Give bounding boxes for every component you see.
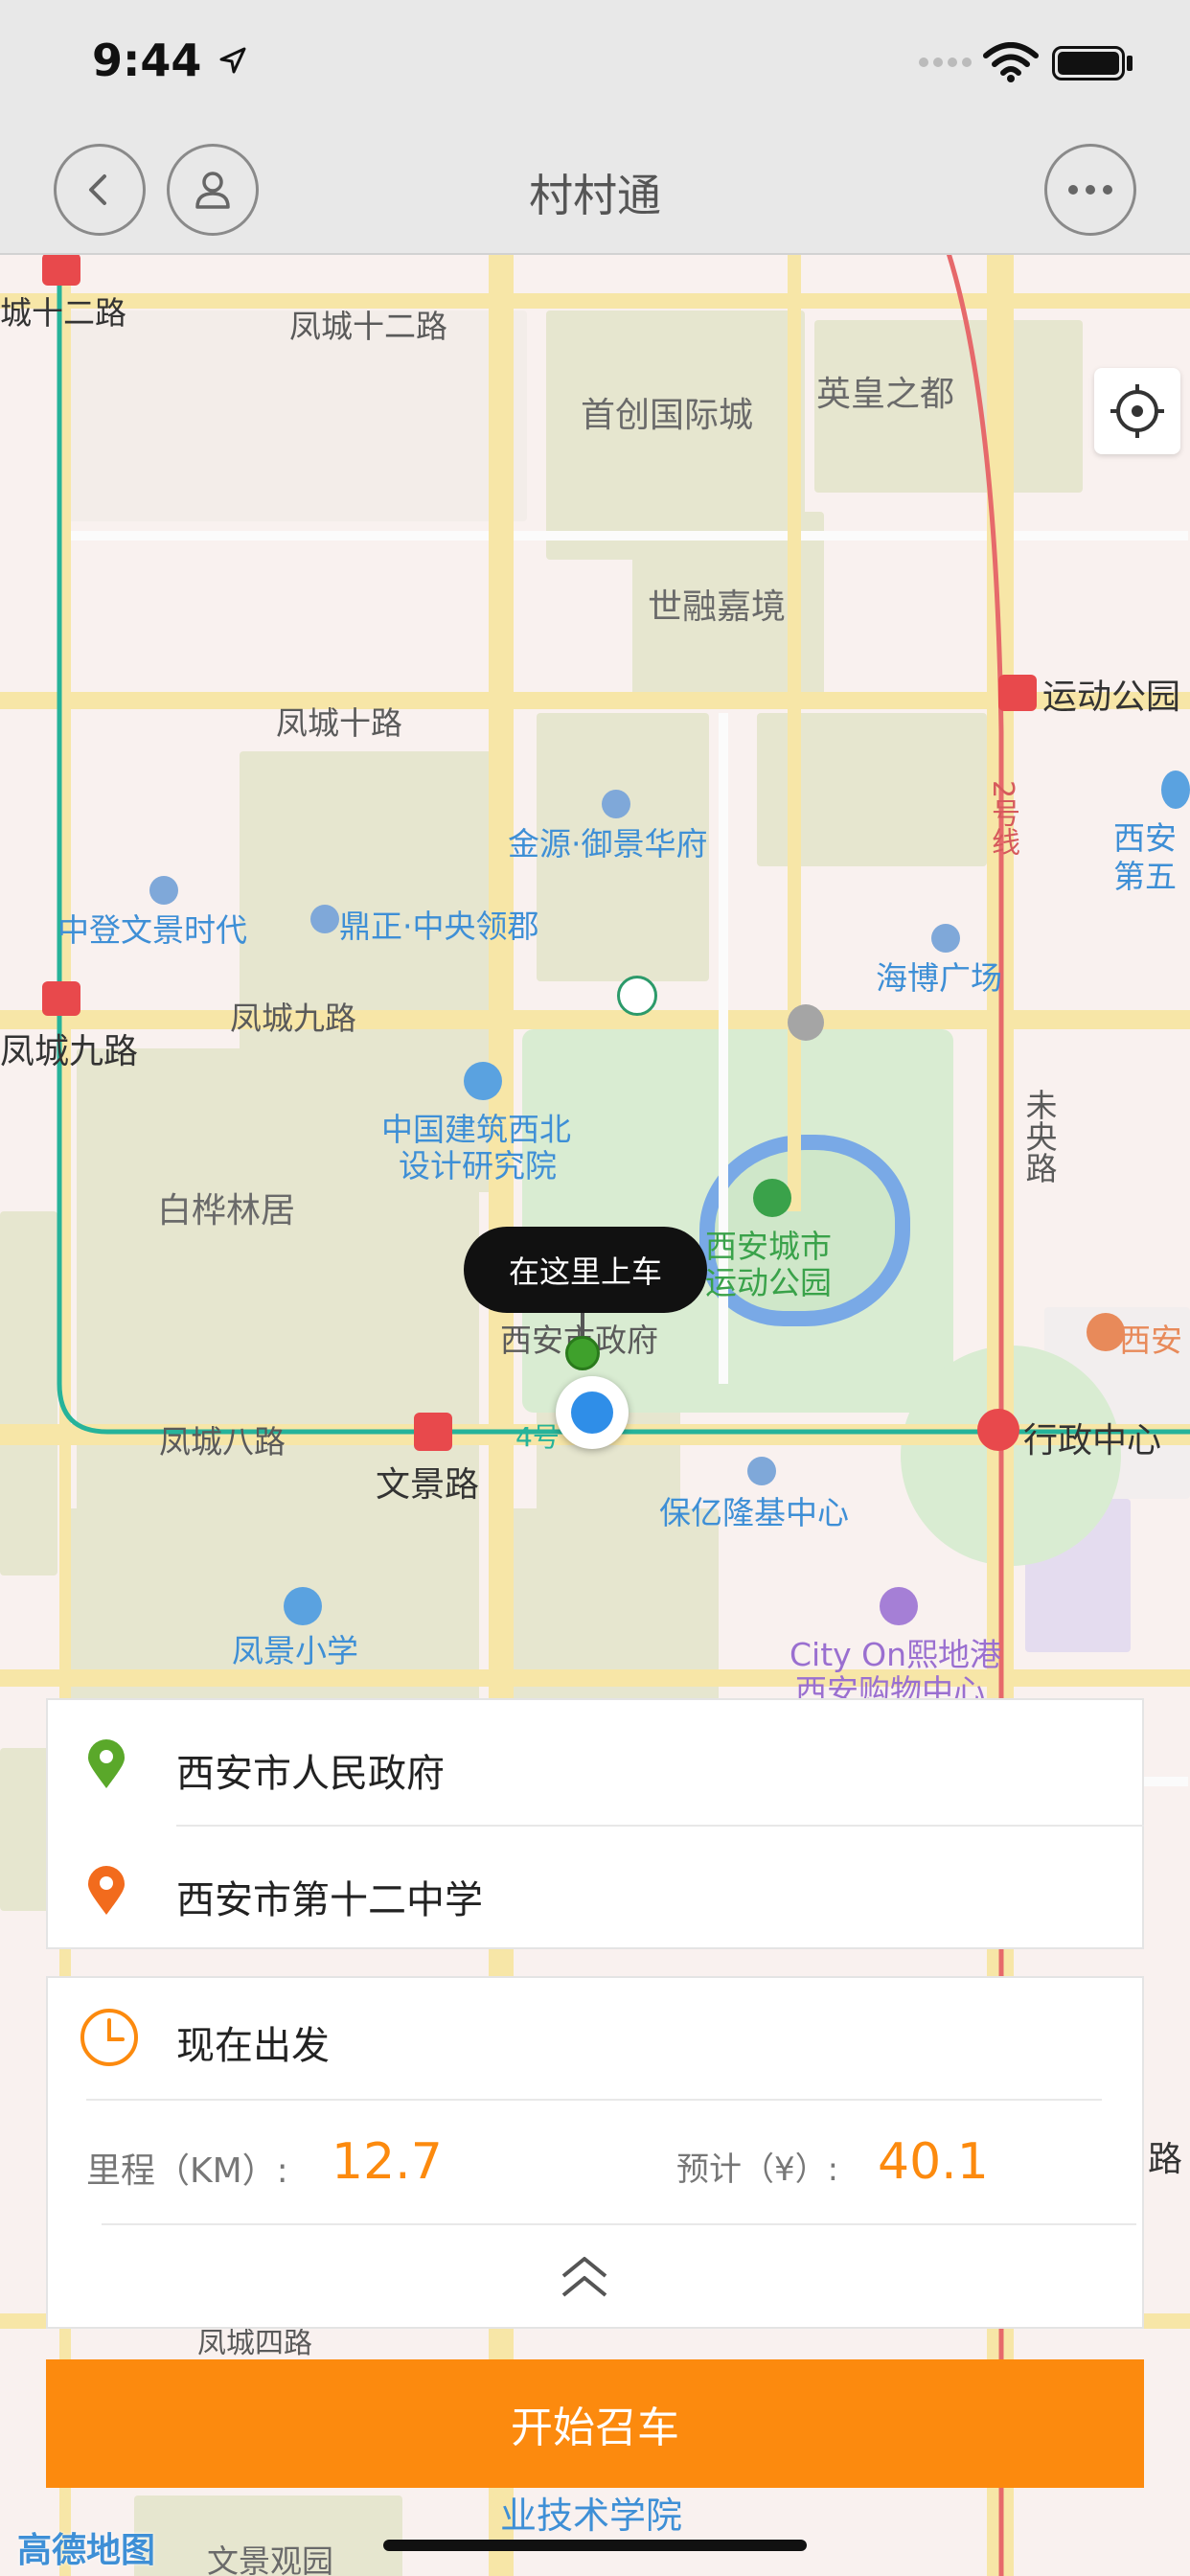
divider [176,1825,1144,1827]
map-poi-label: 保亿隆基中心 [659,1494,849,1531]
map-label: 4号 [515,1421,560,1453]
park-poi-icon [753,1179,791,1217]
more-icon [1068,185,1112,195]
locate-button[interactable] [1094,368,1180,454]
sinopec-icon [617,976,657,1016]
metro-interchange-icon [977,1409,1019,1451]
start-ride-button[interactable]: 开始召车 [46,2359,1144,2488]
shopping-poi-icon [880,1587,918,1625]
more-button[interactable] [1044,144,1136,236]
distance-label: 里程（KM）: [86,2151,288,2191]
pickup-pin-icon [565,1336,600,1370]
destination-address[interactable]: 西安市第十二中学 [176,1869,483,1924]
amap-logo: 高德地图 [17,2531,156,2570]
map-poi-label: 海博广场 [876,959,1002,997]
battery-cap [1127,56,1133,71]
pickup-tooltip: 在这里上车 [464,1227,707,1313]
depart-time[interactable]: 现在出发 [176,2014,330,2070]
metro-station-icon [42,981,80,1016]
clock-icon [80,2009,138,2066]
metro-station-icon [414,1413,452,1451]
map-label: 2号线 [986,780,1019,857]
map-poi-label: 运动公园 [705,1264,832,1301]
expand-toggle[interactable] [546,2244,623,2312]
chevron-up-double-icon [561,2257,607,2297]
route-card: 西安市人民政府 西安市第十二中学 [46,1698,1144,1949]
map-label: 文景路 [376,1465,480,1505]
poi-icon [284,1587,322,1625]
map-label: 凤城九路 [0,1032,139,1071]
map-poi-label: 中登文景时代 [57,911,247,949]
map-poi-label: 凤景小学 [232,1632,358,1669]
map-poi-label: 业技术学院 [500,2495,683,2537]
current-location-marker [556,1376,629,1449]
destination-pin-icon [88,1866,125,1915]
map-poi-label: 西安 [1119,1322,1182,1359]
map-label: 英皇之都 [816,375,955,414]
map-poi-label: 金源·御景华府 [508,825,708,862]
home-indicator [383,2540,807,2551]
map-poi-label: 设计研究院 [399,1147,557,1184]
top-bar: 9:44 村村通 [0,0,1190,255]
map-label: 文景观园 [207,2542,333,2576]
poi-icon [602,790,630,818]
map-label: 行政中心 [1023,1421,1162,1460]
map-label: 凤城八路 [159,1423,286,1460]
map-label: 凤城十路 [276,704,402,742]
price-value: 40.1 [878,2133,989,2191]
map-poi-label: 鼎正·中央领郡 [339,908,539,945]
origin-pin-icon [88,1739,125,1788]
divider [102,2223,1136,2225]
map-label: 路 [1148,2140,1183,2179]
page-title: 村村通 [529,170,661,221]
wifi-icon [983,42,1039,82]
divider [86,2099,1102,2101]
trip-card: 现在出发 里程（KM）: 12.7 预计（¥）: 40.1 [46,1976,1144,2329]
map-label: 城十二路 [0,294,126,332]
map-label: 运动公园 [1042,678,1181,717]
map-label: 未央路 [1020,1089,1058,1184]
map-label: 凤城九路 [230,1000,356,1037]
status-time: 9:44 [92,34,202,86]
museum-poi-icon [1087,1313,1125,1351]
poi-icon [931,924,960,953]
metro-station-icon [998,675,1037,711]
poi-icon [788,1004,824,1041]
poi-icon [747,1457,776,1485]
map-label: 凤城十二路 [289,308,447,345]
origin-address[interactable]: 西安市人民政府 [176,1742,445,1798]
metro-station-icon [42,253,80,286]
signal-icon [919,58,972,67]
locate-icon [1110,384,1164,438]
map-poi-label: 第五 [1113,858,1177,895]
map-label: 世融嘉境 [648,587,787,627]
location-arrow-icon [219,47,246,74]
poi-icon [1161,770,1190,809]
map-label: 首创国际城 [581,396,754,435]
poi-icon [310,905,339,933]
price-label: 预计（¥）: [676,2150,839,2189]
map-label: 白桦林居 [157,1191,296,1230]
poi-icon [464,1062,502,1100]
poi-icon [149,876,178,905]
distance-value: 12.7 [332,2133,443,2191]
battery-icon [1052,46,1125,80]
